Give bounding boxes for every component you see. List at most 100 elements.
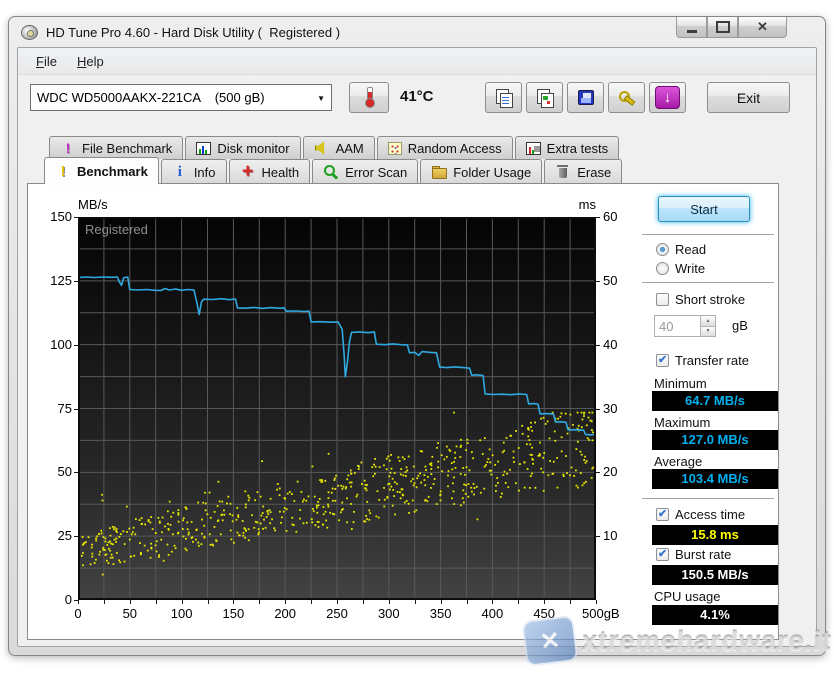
menu-file[interactable]: File [26,50,67,73]
y-right-tick-label: 50 [603,272,618,288]
separator [642,282,774,284]
close-button[interactable] [738,17,787,38]
temperature-value: 41°C [400,88,434,105]
axis-tick [596,217,600,218]
tab-info[interactable]: Info [160,159,227,184]
axis-tick [544,600,546,604]
random-access-icon [387,141,402,155]
write-radio[interactable]: Write [656,261,705,276]
stepper-up-icon[interactable]: ▲ [700,316,715,326]
checkbox-icon[interactable] [656,293,669,306]
read-radio[interactable]: Read [656,242,706,257]
stepper-buttons: ▲ ▼ [700,316,715,336]
x-tick-label: 50 [122,606,138,621]
drive-select-combo[interactable]: WDC WD5000AAKX-221CA (500 gB) ▼ [30,84,332,111]
checkbox-icon[interactable] [656,507,669,521]
window-title: HD Tune Pro 4.60 - Hard Disk Utility ( R… [46,24,341,40]
tab-aam[interactable]: AAM [302,136,375,159]
tab-erase[interactable]: Erase [544,159,623,184]
axis-tick [440,600,442,604]
minimum-value: 64.7 MB/s [652,391,778,411]
axis-tick [596,344,600,346]
watermark-text: xtremehardware.it [581,625,833,656]
save-button[interactable] [567,82,604,113]
axis-tick [259,600,261,604]
axis-tick [78,600,79,604]
tab-label: File Benchmark [82,140,173,156]
axis-tick [233,600,235,604]
maximize-button[interactable] [707,17,738,38]
short-stroke-label: Short stroke [675,292,746,307]
capacity-unit-label: gB [732,318,748,333]
start-button[interactable]: Start [658,196,750,222]
tab-disk-monitor[interactable]: Disk monitor [185,136,301,159]
access-time-checkbox[interactable]: Access time [656,507,745,522]
minimize-button[interactable] [676,17,707,38]
capacity-value: 40 [659,319,674,334]
info-icon [172,164,188,180]
tab-health[interactable]: Health [228,159,311,184]
benchmark-icon [55,163,71,179]
temperature-button[interactable] [349,82,389,113]
burst-rate-checkbox[interactable]: Burst rate [656,547,731,562]
update-button[interactable] [649,82,686,113]
register-keys-button[interactable] [608,82,645,113]
checkbox-icon[interactable] [656,547,669,561]
y-left-tick-label: 50 [57,464,72,480]
cpu-usage-label: CPU usage [654,589,721,604]
axis-tick [74,280,78,282]
access-time-label: Access time [675,507,746,522]
tab-error-scan[interactable]: Error Scan [312,159,419,184]
short-stroke-capacity-stepper[interactable]: 40 ▲ ▼ [654,315,716,337]
thermometer-icon [364,87,375,108]
axis-tick [129,600,131,604]
x-tick-label: 200 [274,606,297,621]
toolbar: WDC WD5000AAKX-221CA (500 gB) ▼ 41°C Exi… [18,76,816,120]
y-left-axis-title: MB/s [78,197,108,212]
write-label: Write [675,261,706,276]
radio-icon[interactable] [656,262,669,275]
axis-tick [596,408,600,410]
burst-rate-value: 150.5 MB/s [652,565,778,585]
y-right-tick-label: 30 [603,400,618,416]
tab-folder-usage[interactable]: Folder Usage [420,159,543,184]
menu-help[interactable]: Help [67,50,114,73]
axis-tick [311,600,313,604]
x-tick-label: 150 [222,606,245,621]
copy-text-button[interactable] [485,82,522,113]
tab-label: Error Scan [345,164,408,180]
separator [642,498,774,500]
tab-random-access[interactable]: Random Access [376,136,513,159]
axis-tick [74,408,78,410]
benchmark-controls: Start Read Write Short stroke 40 ▲ ▼ gB … [640,184,778,639]
stepper-down-icon[interactable]: ▼ [700,325,715,336]
app-window: HD Tune Pro 4.60 - Hard Disk Utility ( R… [8,16,826,656]
health-icon [240,164,256,180]
folder-icon [431,164,448,180]
y-left-tick-label: 25 [57,528,72,544]
tab-benchmark[interactable]: Benchmark [44,157,159,184]
axis-tick [74,536,78,538]
short-stroke-checkbox[interactable]: Short stroke [656,292,745,307]
tab-label: Disk monitor [217,140,290,156]
copy-image-button[interactable] [526,82,563,113]
drive-select-value: WDC WD5000AAKX-221CA (500 gB) [37,90,265,105]
tab-row-front: Benchmark Info Health Error Scan Folder Usag… [44,157,624,184]
tab-extra-tests[interactable]: Extra tests [514,136,620,159]
x-tick-label: 400 [481,606,504,621]
disk-monitor-icon [196,141,212,155]
average-label: Average [654,454,703,469]
axis-tick [207,600,209,604]
tab-file-benchmark[interactable]: File Benchmark [49,136,184,159]
axis-tick [74,217,78,218]
checkbox-icon[interactable] [656,353,669,367]
x-tick-label: 350 [429,606,452,621]
svg-text:Registered: Registered [85,222,148,237]
exit-button[interactable]: Exit [707,82,790,113]
transfer-rate-checkbox[interactable]: Transfer rate [656,353,749,368]
aam-icon [314,140,330,156]
save-icon [577,90,594,105]
tab-row-back: File Benchmark Disk monitor AAM Random Acce… [49,136,621,159]
y-right-axis-title: ms [578,197,596,212]
radio-icon[interactable] [656,243,669,256]
